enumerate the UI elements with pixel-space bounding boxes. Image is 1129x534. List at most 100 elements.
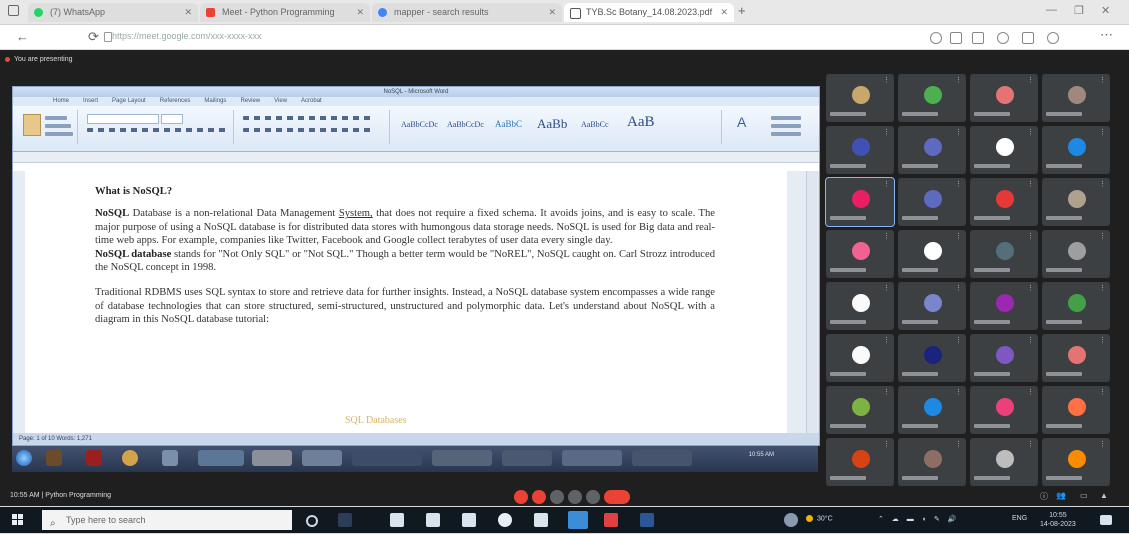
replace-button[interactable] [771, 124, 801, 128]
more-options-icon[interactable]: ⋮ [955, 128, 962, 136]
more-options-icon[interactable]: ⋮ [955, 232, 962, 240]
close-window-icon[interactable]: ✕ [1101, 4, 1110, 17]
participant-tile[interactable]: ⋮ [898, 438, 966, 486]
app-icon[interactable] [86, 450, 102, 466]
tab-pdf[interactable]: TYB.Sc Botany_14.08.2023.pdf ✕ [564, 3, 734, 22]
ribbon-tab[interactable]: Review [240, 97, 260, 106]
style-heading-2[interactable]: AaBb [537, 116, 567, 132]
word-icon[interactable] [640, 513, 654, 527]
minimize-icon[interactable]: — [1046, 4, 1057, 16]
participant-tile[interactable]: ⋮ [1042, 126, 1110, 174]
participant-tile[interactable]: ⋮ [1042, 74, 1110, 122]
style-heading-1[interactable]: AaBbC [495, 119, 522, 129]
app-icon[interactable] [534, 513, 548, 527]
ribbon-tab[interactable]: Home [53, 97, 69, 106]
participant-tile[interactable]: ⋮ [898, 178, 966, 226]
ribbon-tab[interactable]: Page Layout [112, 97, 146, 106]
tab-actions-icon[interactable] [8, 5, 19, 16]
more-options-icon[interactable]: ⋮ [1027, 76, 1034, 84]
more-options-icon[interactable]: ⋮ [955, 284, 962, 292]
app-icon[interactable] [604, 513, 618, 527]
app-icon[interactable] [198, 450, 244, 466]
vertical-scrollbar[interactable] [806, 171, 819, 433]
present-button[interactable] [586, 490, 600, 504]
more-options-icon[interactable]: ⋮ [955, 180, 962, 188]
participant-tile[interactable]: ⋮ [826, 74, 894, 122]
close-icon[interactable]: ✕ [720, 3, 728, 22]
app-icon[interactable] [462, 513, 476, 527]
participant-tile[interactable]: ⋮ [970, 438, 1038, 486]
participant-tile[interactable]: ⋮ [826, 282, 894, 330]
participant-tile[interactable]: ⋮ [1042, 438, 1110, 486]
participant-tile[interactable]: ⋮ [1042, 178, 1110, 226]
close-icon[interactable]: ✕ [184, 3, 192, 22]
more-options-icon[interactable]: ⋮ [1027, 232, 1034, 240]
more-options-icon[interactable]: ⋮ [883, 336, 890, 344]
activities-icon[interactable]: ▲ [1100, 491, 1108, 500]
font-format-buttons[interactable] [87, 128, 227, 132]
extension-icon[interactable] [972, 32, 984, 44]
participant-tile[interactable]: ⋮ [970, 126, 1038, 174]
clock[interactable]: 10:55 14-08-2023 [1040, 511, 1076, 529]
more-options-icon[interactable]: ⋮ [1027, 128, 1034, 136]
more-options-icon[interactable]: ⋮ [1099, 388, 1106, 396]
close-icon[interactable]: ✕ [548, 3, 556, 22]
more-options-icon[interactable]: ⋮ [1027, 388, 1034, 396]
more-options-icon[interactable]: ⋮ [1099, 128, 1106, 136]
tab-search[interactable]: mapper - search results ✕ [372, 3, 562, 22]
notification-icon[interactable] [1100, 515, 1112, 525]
menu-icon[interactable]: ⋯ [1100, 27, 1113, 43]
captions-button[interactable] [550, 490, 564, 504]
reload-icon[interactable]: ⟳ [88, 29, 99, 45]
style-title[interactable]: AaBbCc [581, 120, 609, 129]
taskbar-search-field[interactable]: ⌕ Type here to search [42, 510, 292, 530]
ribbon-tab[interactable]: Insert [83, 97, 98, 106]
app-icon[interactable] [432, 450, 492, 466]
url-field[interactable]: https://meet.google.com/xxx-xxxx-xxx [112, 30, 342, 43]
find-button[interactable] [771, 116, 801, 120]
participant-tile[interactable]: ⋮ [825, 177, 895, 227]
participant-tile[interactable]: ⋮ [898, 230, 966, 278]
leave-call-button[interactable] [604, 490, 630, 504]
windows-start-icon[interactable] [12, 514, 24, 526]
tab-whatsapp[interactable]: (7) WhatsApp ✕ [28, 3, 198, 22]
tray-icons[interactable]: ⌃ ☁ ▬ ◖ ✎ 🔊 [878, 515, 959, 523]
align-buttons[interactable] [243, 128, 373, 132]
app-icon[interactable] [562, 450, 622, 466]
select-button[interactable] [771, 132, 801, 136]
new-tab-button[interactable]: + [738, 3, 746, 18]
participant-tile[interactable]: ⋮ [826, 126, 894, 174]
more-options-icon[interactable]: ⋮ [1027, 336, 1034, 344]
app-icon[interactable] [390, 513, 404, 527]
app-icon[interactable] [122, 450, 138, 466]
more-options-icon[interactable]: ⋮ [1099, 284, 1106, 292]
participant-tile[interactable]: ⋮ [970, 230, 1038, 278]
copy-icon[interactable] [45, 124, 71, 128]
more-options-icon[interactable]: ⋮ [883, 284, 890, 292]
tab-meet[interactable]: Meet - Python Programming ✕ [200, 3, 370, 22]
participant-tile[interactable]: ⋮ [970, 282, 1038, 330]
document-page[interactable]: What is NoSQL? NoSQL Database is a non-r… [25, 171, 787, 433]
start-orb-icon[interactable] [16, 450, 32, 466]
participant-tile[interactable]: ⋮ [970, 334, 1038, 382]
mic-off-button[interactable] [514, 490, 528, 504]
more-options-icon[interactable]: ⋮ [955, 440, 962, 448]
font-size-select[interactable] [161, 114, 183, 124]
extension-icon[interactable] [930, 32, 942, 44]
style-no-spacing[interactable]: AaBbCcDc [447, 120, 484, 129]
more-options-icon[interactable]: ⋮ [1099, 440, 1106, 448]
profile-icon[interactable] [1047, 32, 1059, 44]
language-indicator[interactable]: ENG [1012, 515, 1027, 522]
more-options-icon[interactable]: ⋮ [1099, 336, 1106, 344]
participant-tile[interactable]: ⋮ [826, 438, 894, 486]
participant-tile[interactable]: ⋮ [1042, 282, 1110, 330]
list-buttons[interactable] [243, 116, 373, 120]
app-icon[interactable] [302, 450, 342, 466]
more-options-icon[interactable]: ⋮ [1099, 232, 1106, 240]
app-icon[interactable] [502, 450, 552, 466]
more-options-icon[interactable]: ⋮ [1027, 180, 1034, 188]
back-icon[interactable]: ← [16, 29, 29, 44]
app-icon[interactable] [162, 450, 178, 466]
more-options-icon[interactable]: ⋮ [883, 128, 890, 136]
participant-tile[interactable]: ⋮ [898, 126, 966, 174]
